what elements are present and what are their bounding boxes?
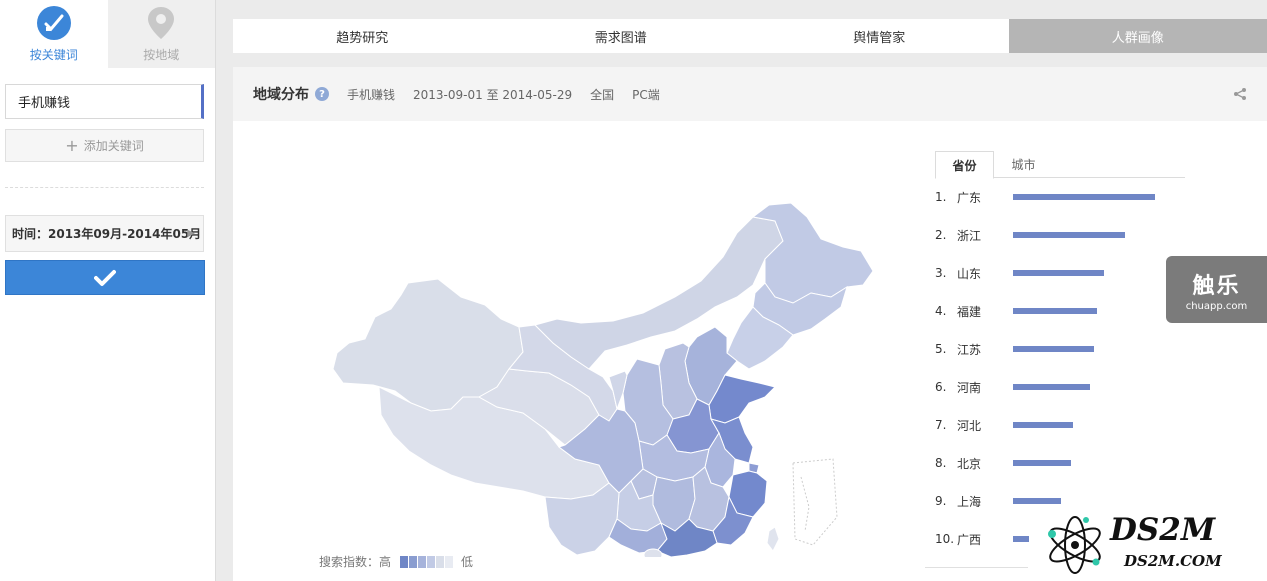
panel-title: 地域分布 — [253, 87, 309, 103]
rank-bar — [1013, 422, 1073, 428]
legend-swatch — [436, 555, 445, 568]
rank-bar — [1013, 384, 1090, 390]
keyword-check-icon — [36, 6, 71, 40]
share-icon[interactable] — [1233, 87, 1247, 101]
rank-number: 10. — [935, 532, 955, 546]
mode-tab-keyword[interactable]: 按关键词 — [0, 0, 108, 68]
rank-name: 河南 — [957, 380, 982, 395]
rank-number: 6. — [935, 380, 947, 394]
panel-device: PC端 — [632, 87, 660, 102]
atom-icon — [1048, 516, 1101, 574]
rank-bar — [1013, 460, 1072, 466]
legend-swatches — [399, 555, 454, 568]
mode-tab-region[interactable]: 按地域 — [107, 0, 215, 68]
china-map — [332, 202, 874, 557]
chevron-right-icon: ▶ — [187, 228, 195, 239]
rank-row: 1. 广东 — [935, 178, 1235, 216]
rank-number: 4. — [935, 304, 947, 318]
legend-swatch — [400, 555, 409, 568]
legend-low-label: 低 — [461, 555, 474, 569]
rank-row: 8. 北京 — [935, 444, 1235, 482]
rank-number: 8. — [935, 456, 947, 470]
map-legend: 搜索指数：高 低 — [319, 553, 473, 570]
south-china-sea-inset — [792, 458, 838, 546]
location-pin-icon — [144, 6, 178, 40]
panel-date-range: 2013-09-01 至 2014-05-29 — [413, 87, 573, 102]
chuapp-domain: chuapp.com — [1185, 300, 1248, 312]
help-icon[interactable]: ? — [315, 87, 329, 101]
mode-tab-label: 按地域 — [143, 48, 180, 62]
rank-number: 3. — [935, 266, 947, 280]
rank-bar — [1013, 536, 1029, 542]
sidebar: 按关键词 按地域 手机赚钱 + 添加关键词 时间：2013年09月-2014年0… — [0, 0, 216, 581]
legend-swatch — [427, 555, 436, 568]
tab-trend[interactable]: 趋势研究 — [233, 19, 492, 53]
rank-number: 1. — [935, 190, 947, 204]
rank-name: 福建 — [957, 304, 982, 319]
legend-high-label: 搜索指数：高 — [319, 555, 392, 569]
rank-name: 江苏 — [957, 342, 982, 357]
tab-city[interactable]: 城市 — [994, 151, 1053, 178]
chuapp-watermark: 触乐 chuapp.com — [1166, 256, 1267, 323]
rank-tabs: 省份 城市 — [935, 151, 1185, 179]
time-range-label: 时间：2013年09月-2014年05月 — [12, 227, 202, 241]
panel-header: 地域分布 ? 手机赚钱 2013-09-01 至 2014-05-29 全国 P… — [233, 67, 1267, 121]
add-keyword-label: 添加关键词 — [83, 139, 144, 153]
mode-tabs: 按关键词 按地域 — [0, 0, 215, 68]
tab-province[interactable]: 省份 — [935, 151, 994, 179]
rank-number: 5. — [935, 342, 947, 356]
sidebar-divider — [5, 187, 204, 188]
ds2m-domain: DS2M.COM — [1124, 552, 1222, 570]
panel-region: 全国 — [590, 87, 615, 102]
map-region-taiwan — [766, 526, 780, 552]
legend-swatch — [409, 555, 418, 568]
tab-audience-profile[interactable]: 人群画像 — [1008, 19, 1267, 53]
ds2m-logo-text: DS2M — [1110, 512, 1216, 548]
rank-row: 7. 河北 — [935, 406, 1235, 444]
rank-row: 6. 河南 — [935, 368, 1235, 406]
rank-bar — [1013, 308, 1097, 314]
rank-row: 2. 浙江 — [935, 216, 1235, 254]
rank-number: 9. — [935, 494, 947, 508]
map-region-heilongjiang — [751, 202, 874, 304]
rank-bar — [1013, 194, 1155, 200]
rank-list: 1. 广东 2. 浙江 3. 山东 4. 福建 5. 江苏 6. 河南 7. 河北 8. 北京 9. 上海 10. 广… — [935, 178, 1235, 558]
map-region-hainan — [643, 548, 663, 557]
tab-demand-graph[interactable]: 需求图谱 — [492, 19, 751, 53]
rank-name: 广东 — [957, 190, 982, 205]
rank-number: 2. — [935, 228, 947, 242]
rank-name: 山东 — [957, 266, 982, 281]
rank-number: 7. — [935, 418, 947, 432]
region-panel: 地域分布 ? 手机赚钱 2013-09-01 至 2014-05-29 全国 P… — [233, 67, 1267, 581]
time-range-select[interactable]: 时间：2013年09月-2014年05月 ▶ — [5, 215, 204, 252]
rank-bar — [1013, 232, 1126, 238]
add-keyword-button[interactable]: + 添加关键词 — [5, 129, 204, 162]
panel-keyword: 手机赚钱 — [347, 87, 396, 102]
chuapp-logo-text: 触乐 — [1192, 273, 1241, 299]
legend-swatch — [418, 555, 427, 568]
legend-swatch — [445, 555, 454, 568]
rank-bar — [1013, 498, 1062, 504]
keyword-input[interactable]: 手机赚钱 — [5, 84, 204, 119]
confirm-button[interactable] — [5, 260, 205, 295]
rank-name: 上海 — [957, 494, 982, 509]
tab-sentiment[interactable]: 舆情管家 — [750, 19, 1009, 53]
rank-name: 广西 — [957, 532, 982, 547]
plus-icon: + — [65, 136, 79, 155]
top-nav: 趋势研究 需求图谱 舆情管家 人群画像 — [233, 19, 1267, 53]
rank-divider — [925, 567, 1028, 568]
rank-row: 5. 江苏 — [935, 330, 1235, 368]
mode-tab-label: 按关键词 — [29, 48, 78, 62]
ds2m-watermark: DS2M DS2M.COM — [1040, 512, 1260, 578]
rank-name: 河北 — [957, 418, 982, 433]
checkmark-icon — [94, 269, 116, 286]
rank-bar — [1013, 346, 1094, 352]
rank-name: 浙江 — [957, 228, 982, 243]
rank-name: 北京 — [957, 456, 982, 471]
rank-bar — [1013, 270, 1104, 276]
